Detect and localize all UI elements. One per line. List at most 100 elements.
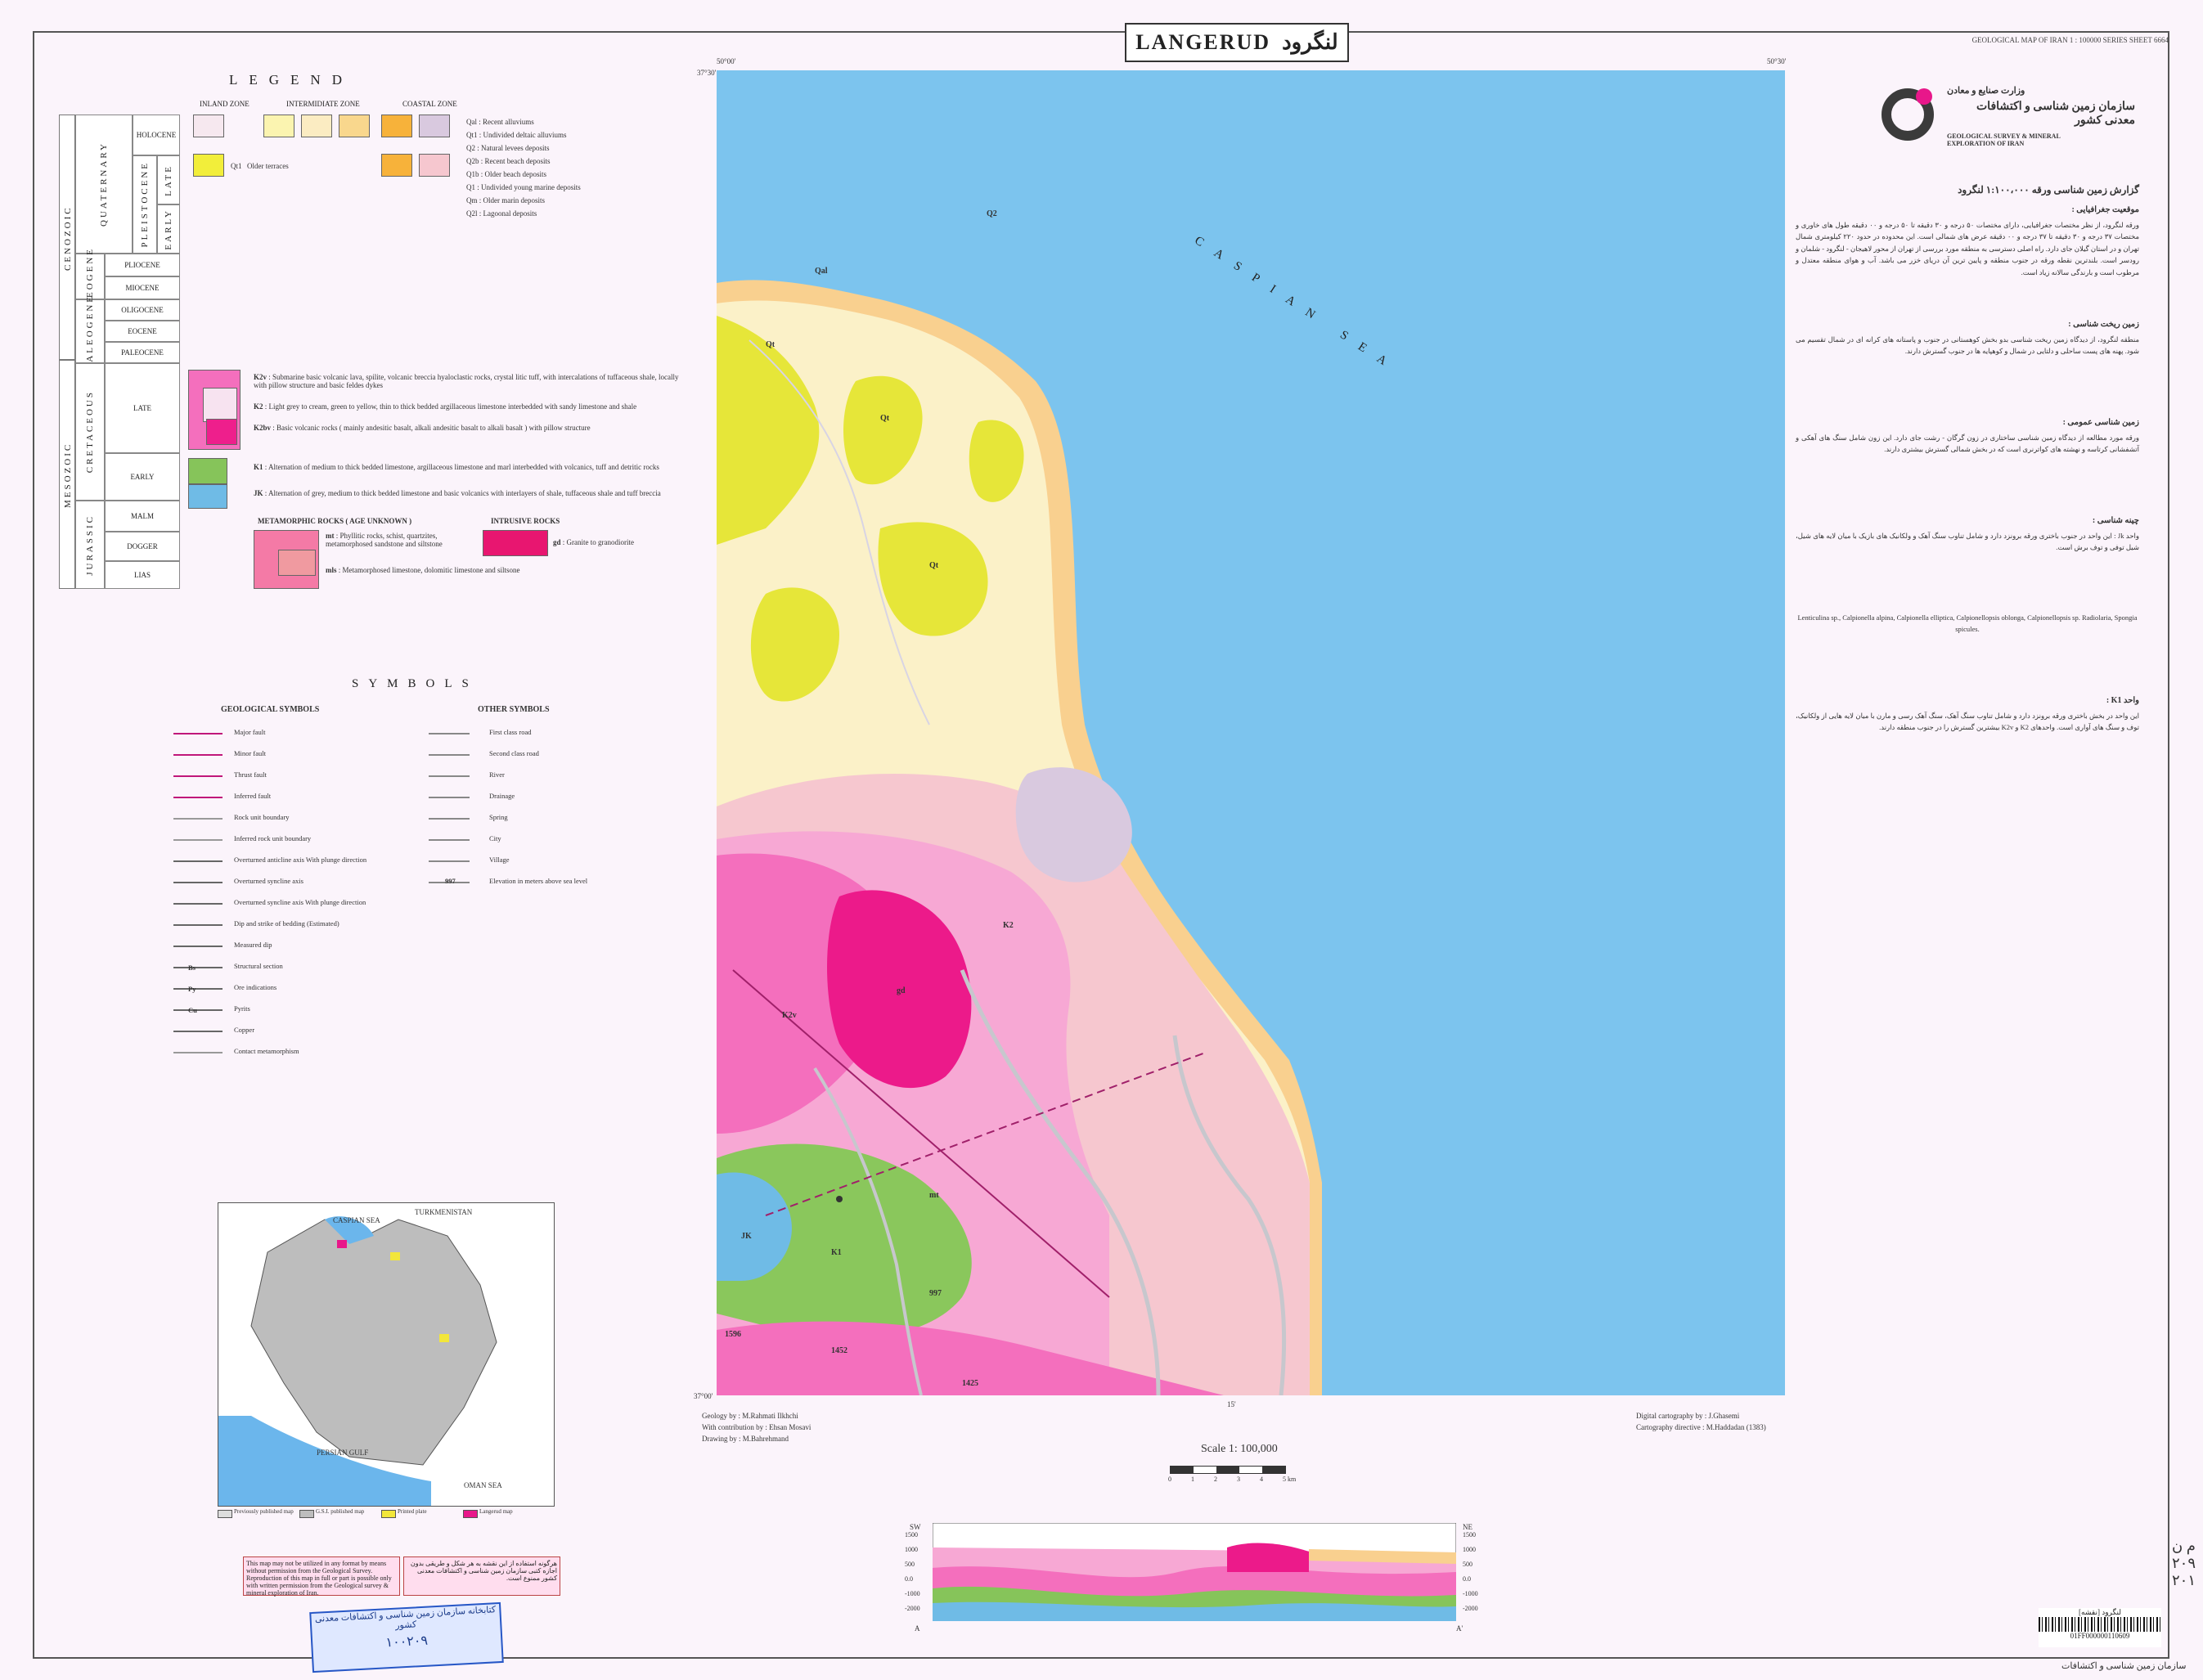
symbol-line-8 <box>173 903 223 905</box>
geo-code-1: Py <box>188 985 196 993</box>
inset-legend-0: Previously published map <box>234 1508 294 1515</box>
epoch-late-cret: LATE <box>105 363 180 453</box>
k-unit-1: K2 : Light grey to cream, green to yello… <box>254 402 637 411</box>
symbol-line-6 <box>173 860 223 862</box>
geo-symbol-11: Structural section <box>234 962 283 970</box>
swatch-qal <box>193 115 224 137</box>
geo-symbol-2: Thrust fault <box>234 770 267 779</box>
geo-symbol-1: Minor fault <box>234 749 266 757</box>
other-symbol-1: Second class road <box>489 749 539 757</box>
swatch-k1 <box>188 458 227 484</box>
coord-tl-lon: 50°00' <box>717 57 736 65</box>
meta-mt: mt : Phyllitic rocks, schist, quartzites… <box>326 532 443 548</box>
epoch-malm: MALM <box>105 501 180 532</box>
other-symbol-3: Drainage <box>489 792 515 800</box>
section-svg <box>932 1522 1457 1622</box>
geo-symbol-10: Measured dip <box>234 941 272 949</box>
section-ne: NE <box>1463 1523 1472 1531</box>
symbol-line-12 <box>173 988 223 990</box>
series-label: GEOLOGICAL MAP OF IRAN 1 : 100000 SERIES… <box>1971 36 2169 44</box>
q-unit-5: Q1 : Undivided young marine deposits <box>466 183 581 191</box>
metamorphic-title: METAMORPHIC ROCKS ( AGE UNKNOWN ) <box>258 517 412 525</box>
inset-legend-swatch-3 <box>463 1510 478 1518</box>
map-unit-label-13: 1425 <box>962 1379 978 1388</box>
report-section-title-3: چینه شناسی : <box>2092 516 2139 525</box>
report-heading: گزارش زمین شناسی ورقه ۱:۱۰۰،۰۰۰ لنگرود <box>1958 184 2139 195</box>
section-tick-right-4: -1000 <box>1463 1590 1478 1597</box>
swatch-q1b <box>381 115 412 137</box>
period-jurassic: JURASSIC <box>75 501 105 589</box>
epoch-holocene: HOLOCENE <box>133 115 180 155</box>
section-tick-left-3: 0.0 <box>905 1575 913 1583</box>
inset-legend-swatch-0 <box>218 1510 232 1518</box>
geo-symbol-0: Major fault <box>234 728 266 736</box>
geo-symbol-14: Copper <box>234 1026 255 1034</box>
copyright-notice-fa: هرگونه استفاده از این نقشه به هر شکل و ط… <box>403 1556 560 1596</box>
logo-icon <box>1882 88 1934 141</box>
index-map-svg <box>218 1203 554 1506</box>
barcode-label: لنگرود [نقشه] 01FF000000110609 <box>2039 1608 2161 1647</box>
symbol-line-14 <box>173 1031 223 1032</box>
barcode-caption: سازمان زمین شناسی و اکتشافات <box>2061 1661 2187 1671</box>
q-unit-7: Q2l : Lagoonal deposits <box>466 209 537 218</box>
map-unit-label-7: gd <box>897 986 906 995</box>
inset-turkmenistan: TURKMENISTAN <box>415 1208 473 1216</box>
epoch-paleocene: PALEOCENE <box>105 342 180 363</box>
inset-legend-3: Langerud map <box>479 1508 513 1515</box>
org-fa-name: سازمان زمین شناسی و اکتشافات معدنی کشور <box>1976 101 2135 127</box>
geo-symbols-title: GEOLOGICAL SYMBOLS <box>221 705 320 714</box>
geo-symbol-9: Dip and strike of bedding (Estimated) <box>234 919 339 928</box>
other-symbol-4: Spring <box>489 813 508 821</box>
symbols-title: SYMBOLS <box>352 677 479 690</box>
section-tick-right-1: 1000 <box>1463 1546 1476 1553</box>
scale-tick-3: 3 <box>1237 1476 1240 1483</box>
report-section-body-0: ورقه لنگرود، از نظر مختصات جغرافیایی، دا… <box>1796 221 2140 276</box>
inset-legend-2: Printed plate <box>398 1508 427 1515</box>
geological-map[interactable]: CASPIAN SEA Qt Qt Qt Qal Q2 K2 K2v gd JK K1 mt 997 1… <box>717 70 1785 1396</box>
barcode-icon <box>2039 1617 2161 1632</box>
symbol-line-2 <box>173 775 223 777</box>
section-tick-left-1: 1000 <box>905 1546 918 1553</box>
coord-lat-top: 37°30' <box>697 69 717 77</box>
q-unit-1: Qt1 : Undivided deltaic alluviums <box>466 131 567 139</box>
swatch-k2bv <box>206 419 237 445</box>
other-symbol-line-1 <box>429 754 470 756</box>
zone-coastal: COASTAL ZONE <box>402 100 457 108</box>
credit-directive: Cartography directive : M.Haddadan (1383… <box>1636 1423 1766 1431</box>
section-tick-left-2: 500 <box>905 1561 915 1568</box>
epoch-early-cret: EARLY <box>105 453 180 501</box>
map-unit-label-8: JK <box>741 1232 752 1241</box>
coord-lat-bottom: 37°00' <box>694 1392 713 1400</box>
zone-inland: INLAND ZONE <box>200 100 250 108</box>
symbol-line-7 <box>173 882 223 883</box>
symbol-line-4 <box>173 818 223 820</box>
swatch-q2 <box>301 115 332 137</box>
elevation-example: 997 <box>445 877 456 885</box>
map-unit-label-10: mt <box>929 1191 939 1200</box>
report-section-title-5: واحد K1 : <box>2106 696 2139 705</box>
epoch-eocene: EOCENE <box>105 321 180 342</box>
map-unit-label-9: K1 <box>831 1248 842 1257</box>
coord-mid: 15' <box>1227 1400 1236 1408</box>
k-unit-0: K2v : Submarine basic volcanic lava, spi… <box>254 373 679 389</box>
section-tick-left-0: 1500 <box>905 1531 918 1539</box>
swatch-jk <box>188 484 227 509</box>
symbol-line-1 <box>173 754 223 756</box>
section-tick-right-5: -2000 <box>1463 1605 1478 1612</box>
epoch-miocene: MIOCENE <box>105 276 180 299</box>
sheet-title: LANGERUD لنگرود <box>1125 23 1349 62</box>
report-section-title-0: موقعیت جغرافیایی : <box>2071 205 2139 214</box>
symbol-line-15 <box>173 1052 223 1053</box>
intrusive-gd: gd : Granite to granodiorite <box>553 538 635 546</box>
report-section-body-4: Lenticulina sp., Calpionella alpina, Cal… <box>1797 613 2138 634</box>
inset-legend-swatch-2 <box>381 1510 396 1518</box>
other-symbols-title: OTHER SYMBOLS <box>478 705 550 714</box>
k-unit-4: JK : Alternation of grey, medium to thic… <box>254 489 661 497</box>
era-cenozoic: CENOZOIC <box>59 115 75 360</box>
map-unit-label-2: Qt <box>929 561 939 570</box>
q-unit-2: Q2 : Natural levees deposits <box>466 144 550 152</box>
map-unit-label-14: 1596 <box>725 1330 741 1339</box>
report-section-body-1: منطقه لنگرود، از دیدگاه زمین ریخت شناسی … <box>1796 335 2139 356</box>
report-section-body-5: این واحد در بخش باختری ورقه برونزد دارد … <box>1796 712 2139 732</box>
map-unit-label-12: 1452 <box>831 1346 847 1355</box>
